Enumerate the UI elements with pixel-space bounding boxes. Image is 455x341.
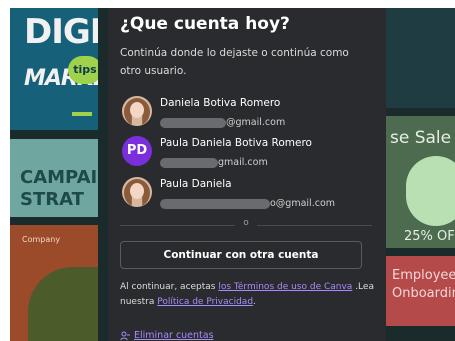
bg-tile-sale: se Sale 25% OF (386, 116, 455, 248)
bg-tile-onboarding: Employee Onboardin (386, 256, 455, 326)
bg-tile-badge: tips (68, 56, 98, 84)
dialog-subtitle: Continúa donde lo dejaste o continúa com… (120, 47, 349, 77)
bg-tile-text: Employee (392, 268, 455, 283)
bg-tile-digital-marketing: DIGIT MARKE tips (10, 8, 98, 130)
account-item[interactable]: PD Paula Daniela Botiva Romero gmail.com (120, 136, 382, 170)
account-item[interactable]: Paula Daniela o@gmail.com (120, 177, 382, 211)
account-chooser-dialog: ¿Que cuenta hoy? Continúa donde lo dejas… (108, 8, 386, 341)
account-email: @gmail.com (160, 112, 285, 128)
bg-tile-accent (72, 112, 92, 116)
account-email: o@gmail.com (160, 193, 335, 209)
bg-tile-text: DIGIT (24, 12, 98, 52)
account-item[interactable]: Daniela Botiva Romero @gmail.com (120, 96, 382, 130)
bg-tile-text: Company (22, 235, 61, 244)
remove-accounts-label: Eliminar cuentas (134, 330, 214, 341)
redacted-text (160, 117, 226, 128)
bg-tile-text: CAMPAIG (20, 167, 98, 188)
redacted-text (160, 198, 270, 209)
bg-tile-image (28, 267, 98, 341)
screen: DIGIT MARKE tips CAMPAIG STRAT Company s… (10, 8, 455, 341)
bg-tile-text: 25% OF (404, 229, 455, 244)
avatar (122, 177, 152, 207)
dialog-title: ¿Que cuenta hoy? (120, 14, 290, 34)
bg-tile-image (406, 156, 455, 226)
privacy-policy-link[interactable]: Política de Privacidad (157, 297, 253, 307)
bg-tile-text: STRAT (20, 189, 84, 210)
continue-with-other-account-button[interactable]: Continuar con otra cuenta (120, 241, 362, 269)
bg-tile-company: Company (10, 225, 98, 341)
avatar (122, 96, 152, 126)
account-email: gmail.com (160, 152, 268, 168)
bg-tile-campaign: CAMPAIG STRAT (10, 139, 98, 217)
account-name: Paula Daniela (160, 178, 232, 190)
remove-accounts-link[interactable]: Eliminar cuentas (120, 330, 214, 341)
bg-tile-text: Onboardin (392, 286, 455, 301)
divider-label: o (243, 218, 249, 228)
bg-tile-dark (386, 8, 455, 108)
account-name: Paula Daniela Botiva Romero (160, 137, 312, 149)
legal-notice: Al continuar, aceptas los Términos de us… (120, 282, 374, 307)
account-name: Daniela Botiva Romero (160, 97, 281, 109)
terms-link[interactable]: los Términos de uso de Canva (218, 282, 352, 292)
bg-tile-text: se Sale (390, 128, 452, 148)
avatar: PD (122, 136, 152, 166)
or-divider: o (120, 218, 372, 230)
user-remove-icon (120, 331, 130, 340)
redacted-text (160, 157, 218, 168)
